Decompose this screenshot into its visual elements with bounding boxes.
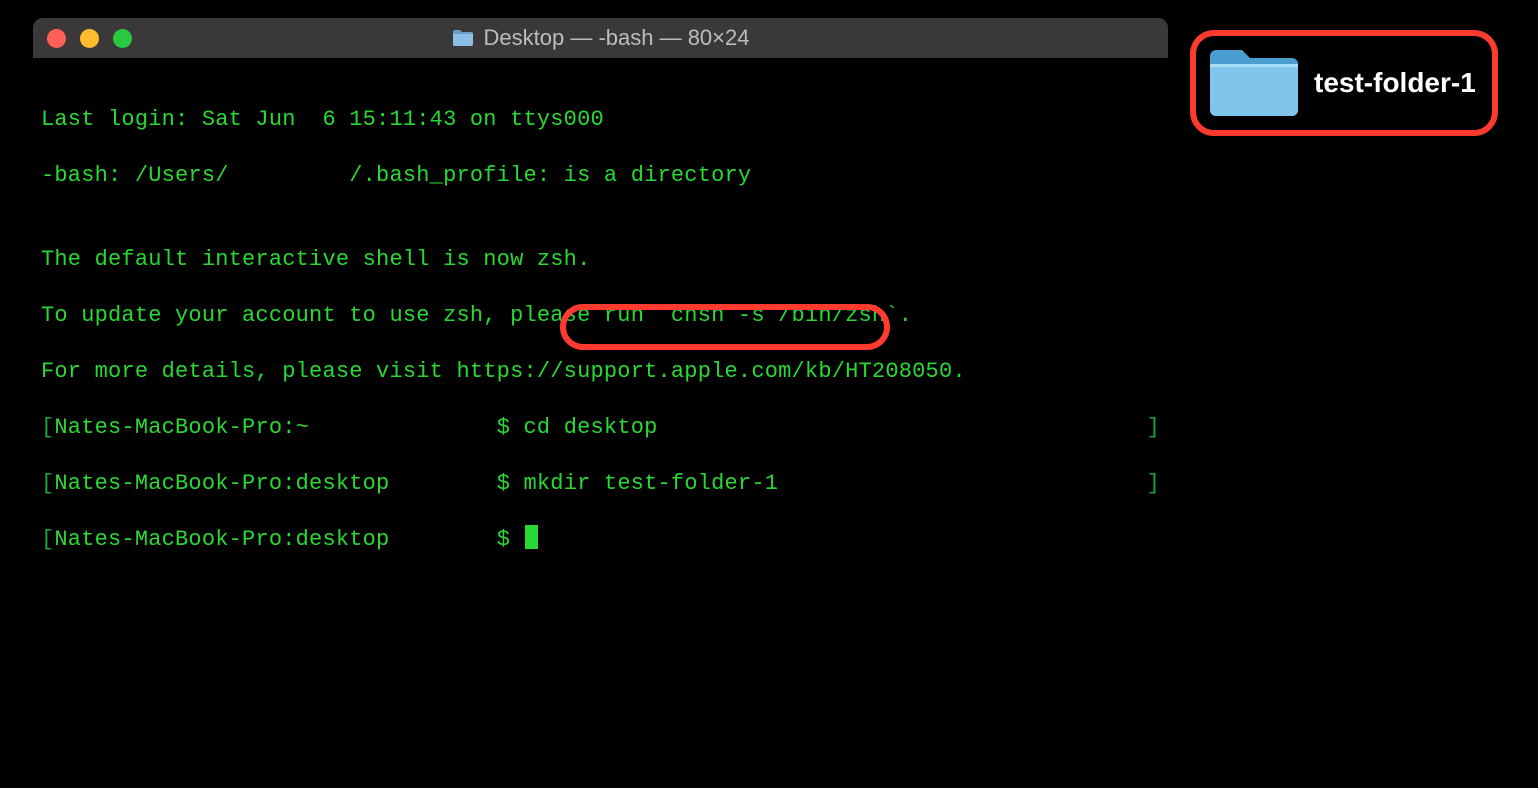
window-controls [47, 29, 132, 48]
terminal-line: The default interactive shell is now zsh… [41, 246, 1160, 274]
window-title: Desktop — -bash — 80×24 [452, 25, 750, 51]
terminal-line: Last login: Sat Jun 6 15:11:43 on ttys00… [41, 106, 1160, 134]
prompt-symbol: $ [497, 415, 524, 440]
prompt-line: [Nates-MacBook-Pro:desktop $ mkdir test-… [41, 470, 1160, 498]
prompt-symbol: $ [497, 471, 524, 496]
bracket-icon: ] [1147, 470, 1160, 498]
desktop-folder-label: test-folder-1 [1314, 67, 1476, 99]
bracket-icon: [ [41, 415, 54, 440]
prompt-host: Nates-MacBook-Pro:desktop [54, 527, 496, 552]
close-icon[interactable] [47, 29, 66, 48]
prompt-host: Nates-MacBook-Pro:desktop [54, 471, 496, 496]
terminal-line: To update your account to use zsh, pleas… [41, 302, 1160, 330]
desktop-folder-item[interactable]: test-folder-1 [1190, 30, 1498, 136]
prompt-line: [Nates-MacBook-Pro:~ $ cd desktop] [41, 414, 1160, 442]
command-text: cd desktop [524, 415, 658, 440]
prompt-symbol: $ [497, 527, 524, 552]
bracket-icon: ] [1147, 414, 1160, 442]
titlebar[interactable]: Desktop — -bash — 80×24 [33, 18, 1168, 58]
bracket-icon: [ [41, 527, 54, 552]
terminal-window[interactable]: Desktop — -bash — 80×24 Last login: Sat … [33, 18, 1168, 753]
window-title-text: Desktop — -bash — 80×24 [484, 25, 750, 51]
terminal-line: For more details, please visit https://s… [41, 358, 1160, 386]
prompt-host: Nates-MacBook-Pro:~ [54, 415, 496, 440]
minimize-icon[interactable] [80, 29, 99, 48]
bracket-icon: [ [41, 471, 54, 496]
folder-icon [452, 29, 474, 47]
maximize-icon[interactable] [113, 29, 132, 48]
command-text: mkdir test-folder-1 [524, 471, 779, 496]
terminal-line: -bash: /Users/ /.bash_profile: is a dire… [41, 162, 1160, 190]
folder-icon [1206, 46, 1302, 120]
cursor-icon [525, 525, 538, 549]
prompt-line: [Nates-MacBook-Pro:desktop $ [41, 526, 1160, 554]
terminal-content[interactable]: Last login: Sat Jun 6 15:11:43 on ttys00… [33, 58, 1168, 753]
